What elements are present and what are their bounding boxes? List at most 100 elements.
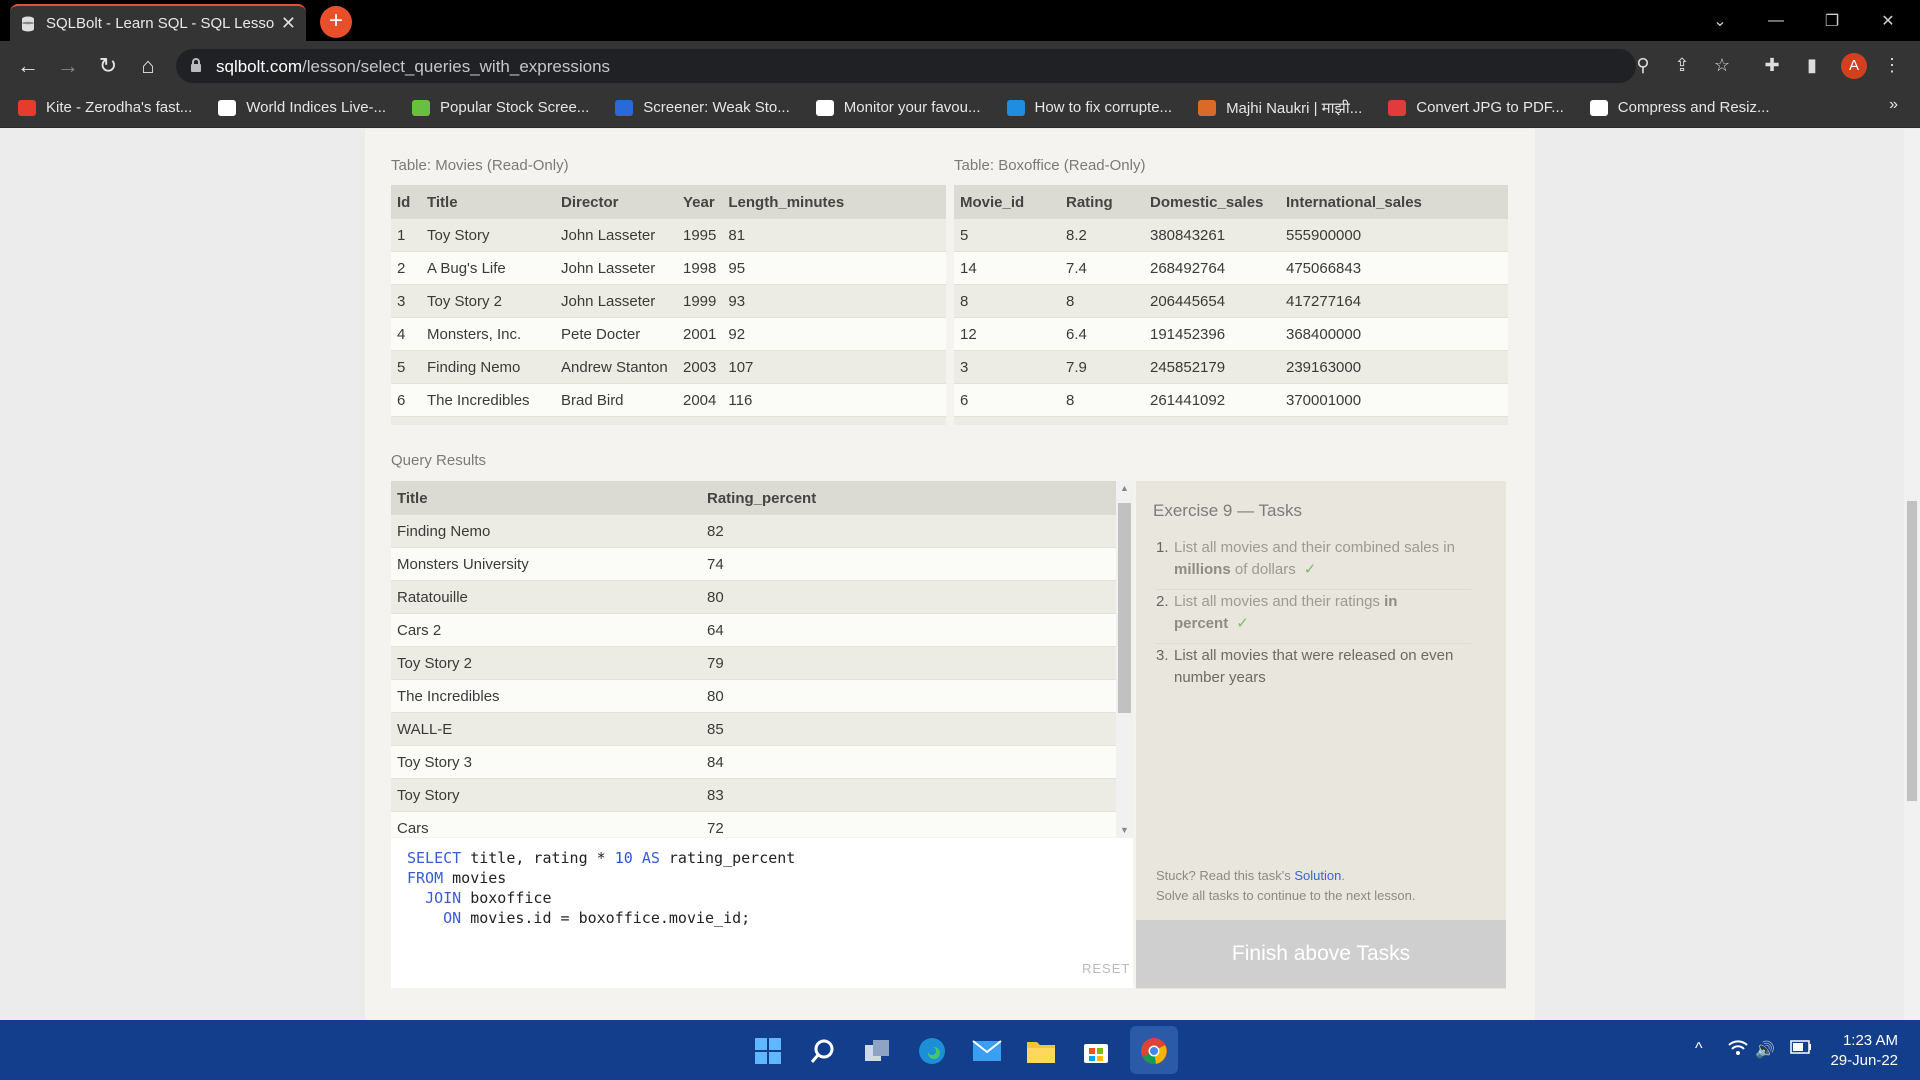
results-scrollbar-thumb[interactable] — [1118, 503, 1131, 713]
close-window-button[interactable]: ✕ — [1860, 0, 1916, 41]
table-cell: Cars — [421, 416, 555, 425]
bookmark-label: How to fix corrupte... — [1034, 99, 1173, 116]
heart-icon — [1388, 99, 1407, 116]
tasks-panel: Exercise 9 — Tasks 1. List all movies and… — [1136, 481, 1506, 989]
volume-icon[interactable]: 🔊 — [1755, 1040, 1775, 1060]
battery-icon[interactable] — [1790, 1040, 1812, 1059]
bookmark-item[interactable]: Monitor your favou... — [815, 99, 981, 116]
home-icon[interactable]: ⌂ — [134, 52, 162, 80]
checkmark-icon: ✓ — [1236, 615, 1249, 632]
finish-tasks-button[interactable]: Finish above Tasks — [1136, 920, 1506, 988]
search-icon[interactable] — [804, 1032, 842, 1070]
results-scrollbar[interactable]: ▲ ▼ — [1116, 481, 1133, 837]
table-cell: 80 — [701, 679, 1116, 713]
tab-search-icon[interactable]: ⌄ — [1692, 0, 1748, 41]
table-row: Cars 72 — [391, 811, 1116, 837]
table-row: 8 8 206445654 417277164 — [954, 284, 1508, 318]
query-results-caption: Query Results — [391, 452, 487, 469]
more-bookmarks-icon[interactable]: » — [1889, 96, 1898, 114]
wifi-icon[interactable] — [1728, 1040, 1748, 1061]
task-text: List all movies that were released on ev… — [1174, 647, 1454, 686]
browser-tab-sqlbolt[interactable]: SQLBolt - Learn SQL - SQL Lesson ✕ — [10, 4, 306, 41]
bookmark-item[interactable]: Convert JPG to PDF... — [1388, 99, 1564, 116]
bookmark-item[interactable]: World Indices Live-... — [218, 99, 386, 116]
edge-icon[interactable] — [913, 1032, 951, 1070]
table-cell: Monsters, Inc. — [421, 317, 555, 351]
table-cell: 1999 — [677, 284, 723, 318]
column-header: Year — [677, 185, 723, 219]
bookmark-item[interactable]: Screener: Weak Sto... — [615, 99, 790, 116]
zoom-icon[interactable]: ⚲ — [1631, 55, 1655, 76]
compress-icon — [1589, 99, 1608, 116]
table-row: 3 7.9 245852179 239163000 — [954, 350, 1508, 384]
extensions-icon[interactable]: ✚ — [1760, 55, 1784, 76]
reset-button[interactable]: RESET — [1082, 961, 1130, 976]
url-text: sqlbolt.com/lesson/select_queries_with_e… — [216, 57, 611, 76]
minimize-button[interactable]: — — [1748, 0, 1804, 41]
chrome-icon[interactable] — [1135, 1032, 1173, 1070]
tasks-title: Exercise 9 — Tasks — [1153, 501, 1302, 520]
code-token: rating_percent — [659, 849, 796, 867]
task-text: List all movies and their ratings in per… — [1174, 593, 1398, 632]
table-cell: 8.2 — [1060, 219, 1144, 252]
profile-avatar[interactable]: A — [1841, 53, 1867, 79]
table-cell: 1 — [391, 219, 421, 252]
table-cell: 1998 — [677, 251, 723, 285]
table-cell: 261441092 — [1144, 383, 1280, 417]
start-icon[interactable] — [749, 1032, 787, 1070]
menu-kebab-icon[interactable]: ⋮ — [1880, 55, 1904, 76]
table-cell: Pete Docter — [555, 317, 677, 351]
share-icon[interactable]: ⇪ — [1670, 55, 1694, 76]
task-view-icon[interactable] — [858, 1032, 896, 1070]
table-cell: 268492764 — [1144, 251, 1280, 285]
microsoft-store-icon[interactable] — [1077, 1032, 1115, 1070]
solve-note: Solve all tasks to continue to the next … — [1156, 888, 1416, 903]
sql-editor[interactable]: SELECT title, rating * 10 AS rating_perc… — [391, 838, 1133, 988]
column-header: Title — [391, 481, 701, 515]
column-header: Length_minutes — [722, 185, 946, 219]
table-cell: 7.4 — [1060, 251, 1144, 285]
bookmark-item[interactable]: Kite - Zerodha's fast... — [18, 99, 192, 116]
new-tab-button[interactable]: + — [320, 6, 352, 38]
table-cell: 116 — [722, 383, 946, 417]
forward-arrow-icon[interactable]: → — [54, 52, 82, 80]
chevron-up-icon[interactable]: ^ — [1695, 1040, 1703, 1058]
table-cell: 85 — [701, 712, 1116, 746]
close-tab-icon[interactable]: ✕ — [281, 13, 296, 34]
table-cell: 2001 — [677, 317, 723, 351]
table-row: 12 6.4 191452396 368400000 — [954, 317, 1508, 351]
table-row: Ratatouille 80 — [391, 580, 1116, 614]
bookmark-item[interactable]: Compress and Resiz... — [1589, 99, 1770, 116]
bookmark-item[interactable]: How to fix corrupte... — [1006, 99, 1173, 116]
mail-icon[interactable] — [968, 1032, 1006, 1070]
table-cell: 368400000 — [1280, 317, 1508, 351]
restore-button[interactable]: ❐ — [1804, 0, 1860, 41]
sql-code[interactable]: SELECT title, rating * 10 AS rating_perc… — [391, 838, 1133, 938]
scroll-up-icon[interactable]: ▲ — [1116, 483, 1133, 493]
table-row: Toy Story 2 79 — [391, 646, 1116, 680]
table-row: 5 8.2 380843261 555900000 — [954, 219, 1508, 252]
table-row: 6 The Incredibles Brad Bird 2004 116 — [391, 383, 946, 417]
bookmark-star-icon[interactable]: ☆ — [1710, 55, 1734, 76]
table-cell: 92 — [722, 317, 946, 351]
bookmark-item[interactable]: Majhi Naukri | माझी... — [1198, 98, 1362, 118]
back-arrow-icon[interactable]: ← — [14, 52, 42, 80]
bookmark-item[interactable]: Popular Stock Scree... — [412, 99, 589, 116]
table-row: The Incredibles 80 — [391, 679, 1116, 713]
scroll-down-icon[interactable]: ▼ — [1116, 825, 1133, 835]
table-cell: 82 — [701, 515, 1116, 548]
table-row: 1 Toy Story John Lasseter 1995 81 — [391, 219, 946, 252]
page-scrollbar[interactable] — [1904, 129, 1920, 1020]
page-scrollbar-thumb[interactable] — [1907, 501, 1917, 801]
boxoffice-table: Movie_id Rating Domestic_sales Internationa… — [954, 185, 1508, 425]
system-clock[interactable]: 1:23 AM 29-Jun-22 — [1826, 1031, 1898, 1071]
side-panel-icon[interactable]: ▮ — [1800, 55, 1824, 76]
table-cell: Toy Story 2 — [421, 284, 555, 318]
address-bar[interactable]: sqlbolt.com/lesson/select_queries_with_e… — [176, 49, 1636, 83]
solution-link[interactable]: Solution — [1294, 868, 1341, 883]
file-explorer-icon[interactable] — [1022, 1032, 1060, 1070]
reload-icon[interactable]: ↻ — [94, 52, 122, 80]
table-cell: 7.9 — [1060, 350, 1144, 384]
table-cell: 64 — [701, 613, 1116, 647]
